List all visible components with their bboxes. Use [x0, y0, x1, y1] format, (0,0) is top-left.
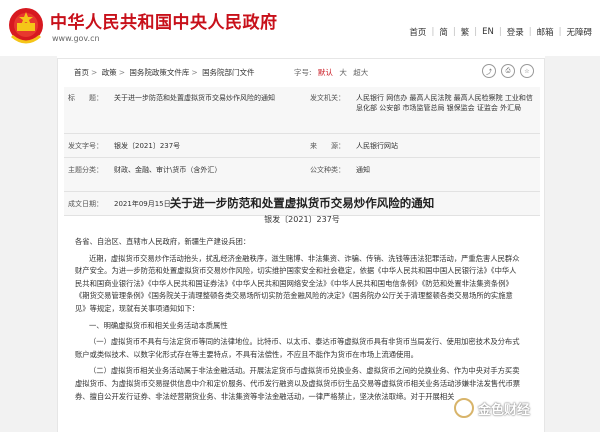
watermark-text: 金色财经 — [478, 402, 531, 418]
favorite-icon[interactable]: ☆ — [520, 64, 534, 78]
nav-mail[interactable]: 邮箱 — [537, 26, 554, 38]
paragraph: （一）虚拟货币不具有与法定货币等同的法律地位。比特币、以太币、泰达币等虚拟货币具… — [75, 337, 520, 359]
meta-title-label: 标 题： — [64, 87, 110, 134]
meta-source: 人民银行网站 — [352, 133, 540, 158]
nav-english[interactable]: EN — [482, 27, 494, 37]
meta-issuer: 人民银行 网信办 最高人民法院 最高人民检察院 工业和信息化部 公安部 市场监管… — [352, 87, 540, 134]
meta-docno: 银发〔2021〕237号 — [110, 133, 306, 158]
breadcrumb-policy[interactable]: 政策 — [102, 68, 117, 77]
breadcrumb-dept-docs[interactable]: 国务院部门文件 — [202, 68, 255, 77]
article-tools: ⤴ ⎙ ☆ — [482, 64, 534, 78]
meta-title: 关于进一步防范和处置虚拟货币交易炒作风险的通知 — [110, 87, 306, 134]
nav-traditional[interactable]: 繁 — [461, 26, 470, 38]
font-size-xlarge[interactable]: 超大 — [353, 68, 368, 77]
meta-issuer-label: 发文机关： — [306, 87, 352, 134]
breadcrumb: 首页 > 政策 > 国务院政策文件库 > 国务院部门文件 — [74, 68, 255, 77]
print-icon[interactable]: ⎙ — [501, 64, 515, 78]
meta-type-label: 公文种类： — [306, 157, 352, 192]
document-number: 银发〔2021〕237号 — [264, 215, 340, 224]
meta-source-label: 来 源： — [306, 133, 352, 158]
nav-simplified[interactable]: 简 — [439, 26, 448, 38]
watermark: 金色财经 — [454, 398, 530, 418]
watermark-logo-icon — [454, 398, 474, 418]
meta-docno-label: 发文字号： — [64, 133, 110, 158]
meta-category-label: 主题分类： — [64, 157, 110, 192]
document-title: 关于进一步防范和处置虚拟货币交易炒作风险的通知 — [169, 196, 435, 210]
site-header: 中华人民共和国中央人民政府 www.gov.cn 首页 | 简 | 繁 | EN | 登… — [0, 0, 600, 56]
nav-home[interactable]: 首页 — [409, 26, 426, 38]
font-size-label: 字号: — [294, 68, 312, 77]
top-navigation: 首页 | 简 | 繁 | EN | 登录 | 邮箱 | 无障碍 — [409, 26, 592, 38]
section-heading: 一、明确虚拟货币和相关业务活动本质属性 — [89, 320, 228, 330]
font-size-switcher: 字号: 默认 大 超大 — [294, 67, 372, 78]
right-gutter — [545, 56, 600, 432]
article-panel: 首页 > 政策 > 国务院政策文件库 > 国务院部门文件 字号: 默认 大 超大 ⤴ … — [57, 58, 545, 432]
left-gutter — [0, 56, 57, 432]
document-body: 各省、自治区、直辖市人民政府，新疆生产建设兵团： 近期，虚拟货币交易炒作活动抬头… — [75, 236, 523, 407]
share-icon[interactable]: ⤴ — [482, 64, 496, 78]
breadcrumb-policy-library[interactable]: 国务院政策文件库 — [129, 68, 189, 77]
nav-login[interactable]: 登录 — [507, 26, 524, 38]
site-url: www.gov.cn — [52, 34, 100, 43]
site-title[interactable]: 中华人民共和国中央人民政府 — [50, 8, 278, 33]
font-size-default[interactable]: 默认 — [318, 68, 333, 77]
font-size-large[interactable]: 大 — [339, 68, 347, 77]
salutation: 各省、自治区、直辖市人民政府，新疆生产建设兵团： — [75, 237, 251, 246]
meta-type: 通知 — [352, 157, 540, 192]
paragraph: 近期，虚拟货币交易炒作活动抬头，扰乱经济金融秩序，滋生赌博、非法集资、诈骗、传销… — [75, 253, 520, 313]
meta-category: 财政、金融、审计\货币（含外汇） — [110, 157, 306, 192]
breadcrumb-home[interactable]: 首页 — [74, 68, 89, 77]
nav-accessibility[interactable]: 无障碍 — [566, 26, 592, 38]
national-emblem-icon — [9, 8, 43, 44]
